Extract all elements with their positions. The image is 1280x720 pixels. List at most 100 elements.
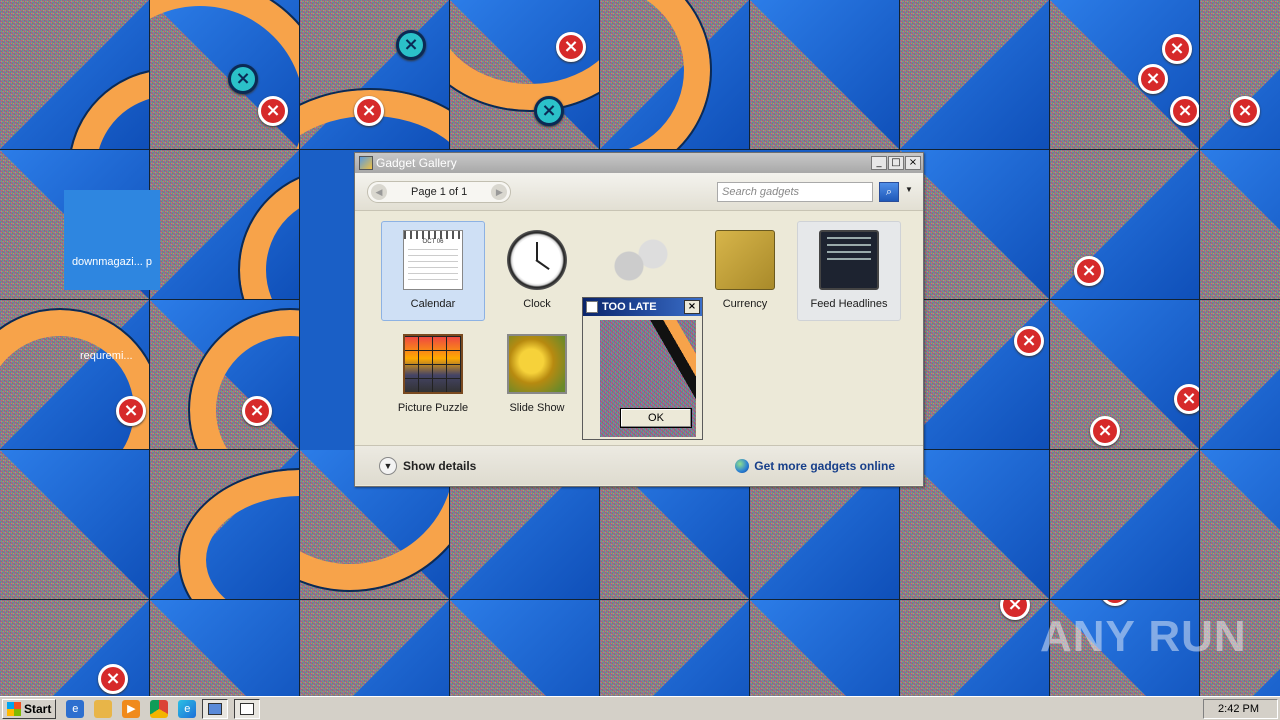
cpu-meter-icon <box>611 230 671 290</box>
media-player-icon[interactable]: ▶ <box>122 699 141 718</box>
feed-headlines-icon <box>819 230 879 290</box>
bg-tile <box>150 450 300 600</box>
x-icon: × <box>98 664 128 694</box>
ok-button[interactable]: OK <box>620 408 692 428</box>
bg-tile: × × <box>300 0 450 150</box>
system-tray: 2:42 PM <box>1203 698 1278 719</box>
taskbar: Start e ▶ e 2:42 PM <box>0 696 1280 720</box>
gadget-calendar[interactable]: OCT 06 Calendar <box>381 221 485 321</box>
chevron-down-icon: ▼ <box>379 456 397 475</box>
bg-tile <box>600 0 750 150</box>
bg-tile: × × <box>150 0 300 150</box>
folder-icon[interactable] <box>94 699 113 718</box>
show-details-label: Show details <box>403 458 477 473</box>
gadget-gallery-icon <box>359 156 373 170</box>
bg-tile <box>0 450 150 600</box>
x-icon: × <box>534 96 564 126</box>
desktop-icon-requirement[interactable]: requremi... <box>80 350 133 362</box>
gadget-picture-puzzle[interactable]: Picture Puzzle <box>381 325 485 425</box>
x-icon: × <box>258 96 288 126</box>
search-button[interactable]: ⌕ <box>879 182 899 202</box>
more-gadgets-label: Get more gadgets online <box>754 458 895 473</box>
bg-tile <box>1050 450 1200 600</box>
taskbar-gadget-gallery[interactable] <box>202 698 229 719</box>
window-title: Gadget Gallery <box>376 156 457 170</box>
clock-icon <box>507 230 567 290</box>
gadget-name: Calendar <box>410 298 456 310</box>
bg-tile: × × <box>450 0 600 150</box>
bg-tile <box>1200 450 1280 600</box>
start-label: Start <box>24 701 52 716</box>
clock[interactable]: 2:42 PM <box>1218 703 1259 715</box>
calendar-month: OCT 06 <box>422 239 444 245</box>
gadget-gallery-icon <box>208 702 223 715</box>
more-gadgets-link[interactable]: Get more gadgets online <box>735 458 895 473</box>
bg-tile <box>300 600 450 696</box>
next-page-button[interactable]: ▶ <box>491 183 508 200</box>
x-icon: × <box>1170 96 1199 126</box>
close-button[interactable]: × <box>905 156 921 170</box>
bg-tile: × <box>1200 0 1280 150</box>
currency-icon <box>715 230 775 290</box>
page-label: Page 1 of 1 <box>411 185 468 198</box>
watermark: ANY RUN <box>1040 612 1247 661</box>
x-icon: × <box>1230 96 1260 126</box>
x-icon: × <box>1014 326 1044 356</box>
desktop-icon-download[interactable]: downmagazi... p <box>64 190 160 290</box>
x-icon: × <box>1162 34 1192 64</box>
show-details-button[interactable]: ▼ Show details <box>379 456 477 475</box>
bg-tile: × <box>900 600 1050 696</box>
gadget-feed-headlines[interactable]: Feed Headlines <box>797 221 901 321</box>
x-icon: × <box>1090 416 1120 446</box>
bg-tile <box>1200 300 1280 450</box>
title-bar[interactable]: Gadget Gallery _ □ × <box>355 153 923 173</box>
bg-tile: × <box>0 300 150 450</box>
bg-tile <box>750 600 900 696</box>
pager: ◀ Page 1 of 1 ▶ <box>367 180 512 203</box>
gadget-currency[interactable]: Currency <box>693 221 797 321</box>
start-button[interactable]: Start <box>2 698 57 719</box>
calendar-icon: OCT 06 <box>403 230 463 290</box>
prev-page-button[interactable]: ◀ <box>371 183 387 200</box>
dialog-title: TOO LATE <box>602 301 657 313</box>
edge-icon[interactable]: e <box>178 699 197 718</box>
too-late-dialog: TOO LATE × OK <box>582 297 703 440</box>
gadget-name: Slide Show <box>509 402 565 414</box>
taskbar-too-late[interactable] <box>234 698 261 719</box>
x-icon: × <box>1174 384 1199 414</box>
dialog-title-bar[interactable]: TOO LATE × <box>583 298 702 316</box>
window-icon <box>586 301 598 313</box>
gallery-footer: ▼ Show details Get more gadgets online <box>355 445 923 485</box>
desktop-icon-label: requremi... <box>80 350 133 362</box>
gadget-name: Feed Headlines <box>810 298 888 310</box>
x-icon: × <box>556 32 586 62</box>
minimize-button[interactable]: _ <box>871 156 887 170</box>
chevron-down-icon[interactable]: ▼ <box>905 185 913 194</box>
maximize-button[interactable]: □ <box>888 156 904 170</box>
x-icon: × <box>396 30 426 60</box>
bg-tile: × <box>150 300 300 450</box>
gadget-clock[interactable]: Clock <box>485 221 589 321</box>
x-icon: × <box>242 396 272 426</box>
slide-show-icon <box>507 334 567 394</box>
search-input[interactable]: Search gadgets <box>717 182 873 202</box>
window-icon <box>240 702 255 715</box>
bg-tile <box>150 600 300 696</box>
bg-tile: × × × <box>1050 0 1200 150</box>
bg-tile <box>900 0 1050 150</box>
dialog-close-button[interactable]: × <box>684 300 700 314</box>
chrome-icon[interactable] <box>150 699 169 718</box>
gadget-name: Currency <box>722 298 768 310</box>
bg-tile <box>1200 150 1280 300</box>
desktop-icon-label: downmagazi... p <box>71 256 153 268</box>
x-icon: × <box>116 396 146 426</box>
x-icon: × <box>228 64 258 94</box>
bg-tile <box>450 600 600 696</box>
gadget-name: Clock <box>523 298 551 310</box>
picture-puzzle-icon <box>403 334 463 394</box>
ie-icon[interactable]: e <box>66 699 85 718</box>
gadget-slide-show[interactable]: Slide Show <box>485 325 589 425</box>
x-icon: × <box>1074 256 1104 286</box>
bg-tile <box>750 0 900 150</box>
bg-tile: × <box>1050 150 1200 300</box>
